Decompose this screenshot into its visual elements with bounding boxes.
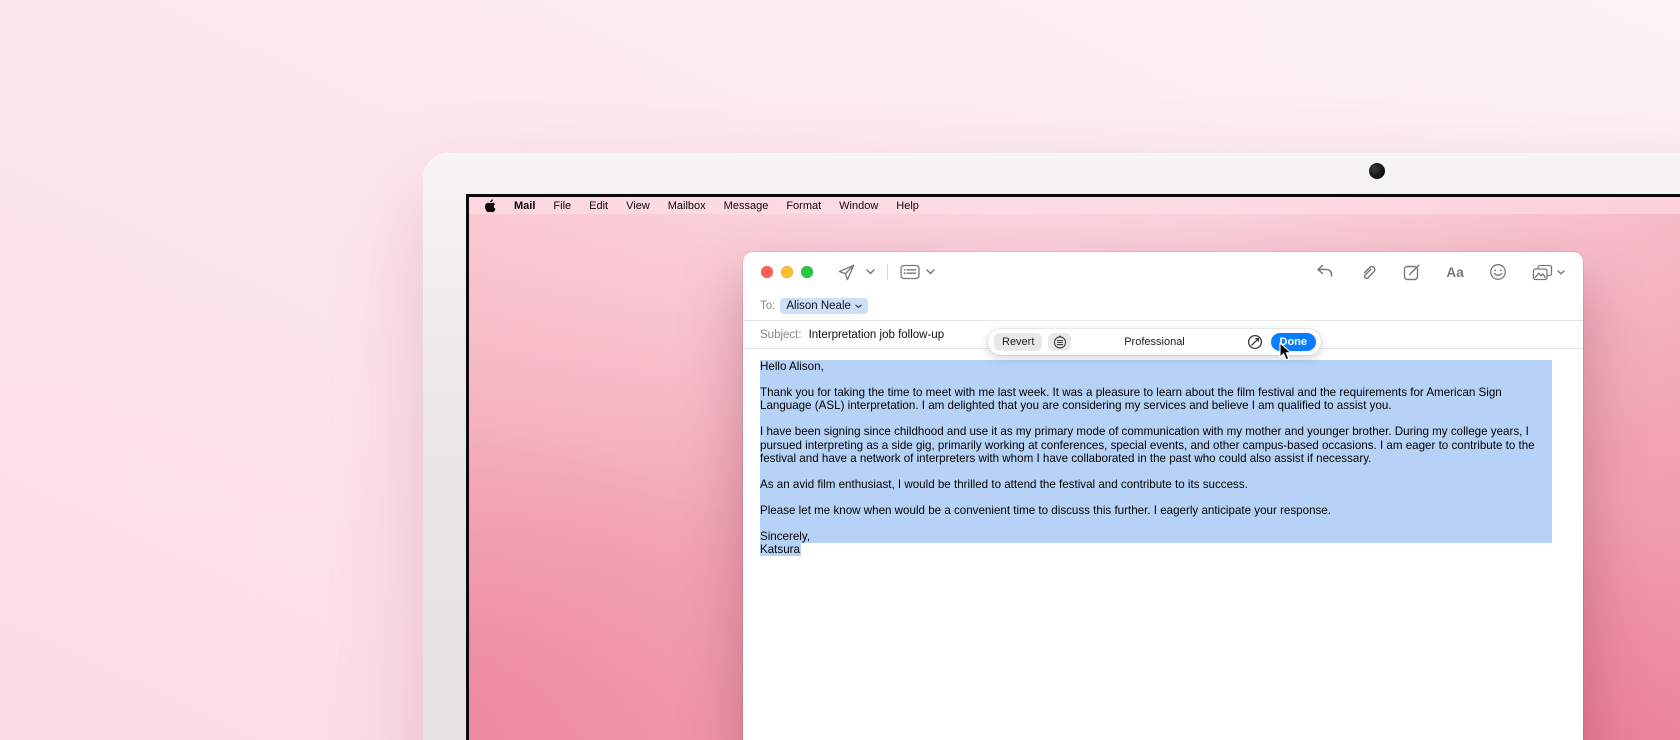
subject-label: Subject: [760,329,802,341]
apple-menu-icon[interactable] [484,199,496,213]
mouse-cursor-icon [1279,342,1293,367]
menu-help[interactable]: Help [896,200,919,212]
retry-icon[interactable] [1247,334,1263,350]
compose-window: Aa To: Alison Neale [743,252,1583,740]
menu-window[interactable]: Window [839,200,878,212]
emoji-icon[interactable] [1489,263,1507,281]
photo-browser-icon[interactable] [1532,264,1553,281]
format-icon[interactable]: Aa [1446,265,1464,280]
done-button[interactable]: Done [1271,333,1317,351]
writing-tools-summary-icon[interactable] [1048,333,1071,351]
close-button[interactable] [761,266,773,278]
menu-edit[interactable]: Edit [589,200,608,212]
message-body-editor[interactable]: Hello Alison, Thank you for taking the t… [743,349,1583,556]
body-paragraph: Thank you for taking the time to meet wi… [760,386,1552,412]
menu-format[interactable]: Format [786,200,821,212]
compose-toolbar: Aa [743,252,1583,292]
to-row[interactable]: To: Alison Neale [743,292,1583,320]
zoom-button[interactable] [801,266,813,278]
signature-name: Katsura [760,543,801,556]
photo-browser-group[interactable] [1532,264,1565,281]
menu-mailbox[interactable]: Mailbox [668,200,706,212]
menu-bar: Mail File Edit View Mailbox Message Form… [469,197,1680,214]
recipient-name: Alison Neale [786,300,851,312]
markup-icon[interactable] [1403,263,1421,281]
to-label: To: [760,300,775,312]
camera-icon [1369,163,1385,179]
menu-mail[interactable]: Mail [514,200,535,212]
toolbar-divider [887,264,888,280]
attach-icon[interactable] [1359,263,1378,282]
writing-tools-bar: Revert Professional Done [988,329,1321,355]
body-paragraph: Hello Alison, [760,360,1552,373]
minimize-button[interactable] [781,266,793,278]
header-fields-icon[interactable] [900,264,920,280]
body-paragraph: I have been signing since childhood and … [760,425,1552,464]
chevron-down-icon[interactable] [1557,270,1565,275]
revert-button[interactable]: Revert [994,333,1042,351]
send-icon[interactable] [837,263,856,282]
toolbar-right-icons: Aa [1315,263,1565,282]
traffic-lights [761,266,813,278]
subject-value[interactable]: Interpretation job follow-up [809,329,945,341]
menu-file[interactable]: File [553,200,571,212]
chevron-down-icon[interactable] [926,269,935,275]
selected-text-block: Hello Alison, Thank you for taking the t… [760,360,1552,543]
chevron-down-icon[interactable] [866,269,875,275]
undo-icon[interactable] [1315,264,1334,280]
menu-view[interactable]: View [626,200,650,212]
recipient-pill[interactable]: Alison Neale [780,298,868,314]
chevron-down-icon [855,304,862,309]
marketing-scene: Mail File Edit View Mailbox Message Form… [0,0,1680,740]
body-paragraph: Sincerely, [760,530,1552,543]
body-paragraph: Please let me know when would be a conve… [760,504,1552,517]
body-paragraph: As an avid film enthusiast, I would be t… [760,478,1552,491]
menu-message[interactable]: Message [724,200,769,212]
